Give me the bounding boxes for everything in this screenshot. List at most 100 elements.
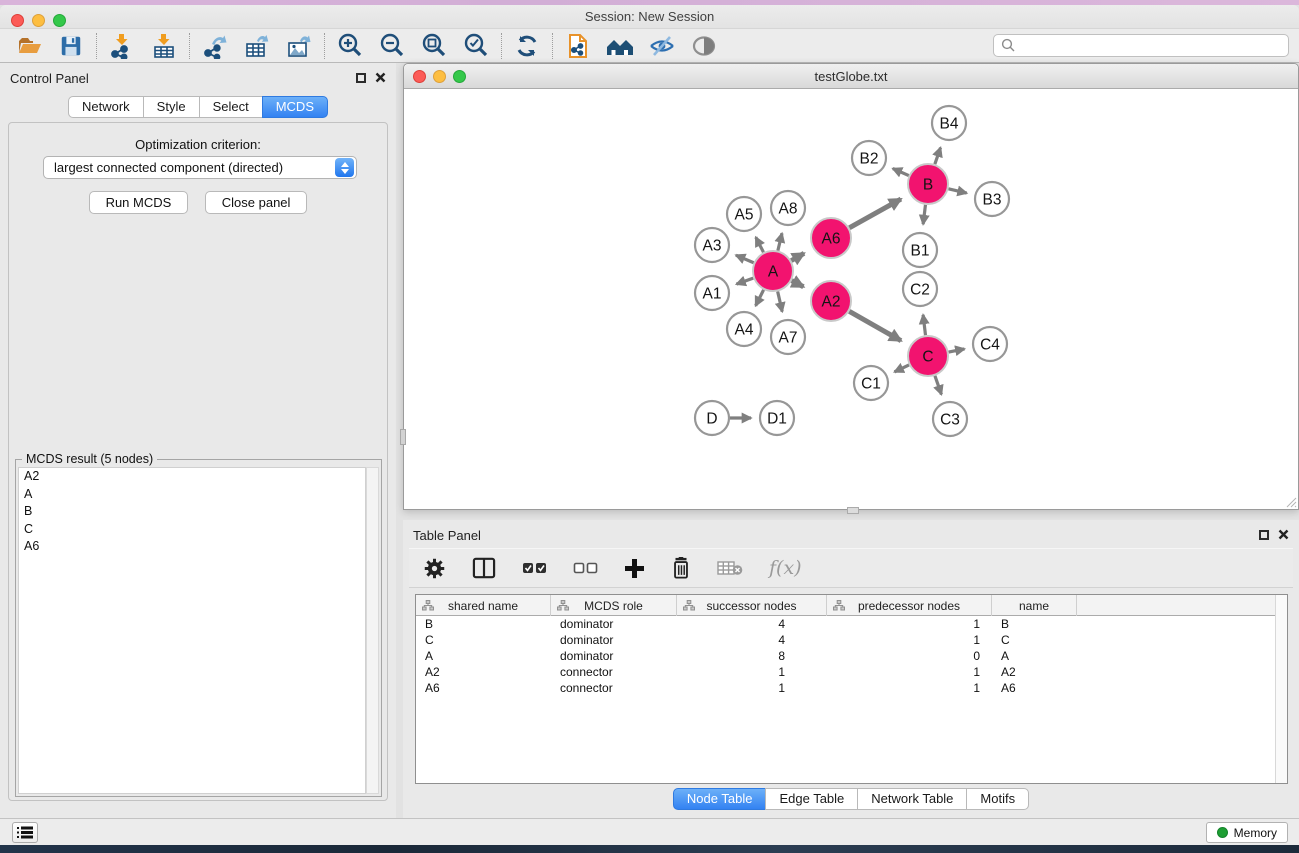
export-table-button[interactable] [236, 31, 278, 61]
graph-node-A6[interactable]: A6 [811, 218, 851, 258]
cell[interactable]: C [992, 632, 1077, 648]
split-columns-button[interactable] [472, 557, 496, 579]
cell[interactable]: B [992, 616, 1077, 632]
zoom-out-button[interactable] [371, 31, 413, 61]
cell[interactable]: dominator [551, 632, 677, 648]
graph-node-A7[interactable]: A7 [771, 320, 805, 354]
graph-node-A2[interactable]: A2 [811, 281, 851, 321]
create-column-button[interactable] [624, 558, 645, 579]
graph-node-C4[interactable]: C4 [973, 327, 1007, 361]
graph-edge-A-A7[interactable] [778, 291, 783, 311]
graph-edge-C-C3[interactable] [935, 376, 942, 395]
resize-grip-icon[interactable] [1284, 495, 1297, 508]
graph-edge-B-B4[interactable] [935, 148, 941, 165]
zoom-in-button[interactable] [329, 31, 371, 61]
result-item-b[interactable]: B [19, 503, 365, 521]
cell[interactable]: 1 [677, 664, 827, 680]
cell[interactable]: A [992, 648, 1077, 664]
function-builder-button[interactable]: f(x) [769, 557, 802, 579]
cell[interactable]: 8 [677, 648, 827, 664]
cell[interactable]: 1 [677, 680, 827, 696]
hide-details-button[interactable] [641, 31, 683, 61]
graph-node-C1[interactable]: C1 [854, 366, 888, 400]
cell[interactable]: A [416, 648, 551, 664]
network-canvas[interactable]: AA1A3A4A5A7A8A6A2BB1B2B3B4CC1C2C3C4DD1 [404, 89, 1298, 509]
graph-node-C[interactable]: C [908, 336, 948, 376]
export-image-button[interactable] [278, 31, 320, 61]
graph-edge-B-B3[interactable] [948, 189, 966, 193]
result-item-a2[interactable]: A2 [19, 468, 365, 486]
tab-style[interactable]: Style [143, 96, 200, 118]
graph-node-A3[interactable]: A3 [695, 228, 729, 262]
tab-mcds[interactable]: MCDS [262, 96, 328, 118]
table-row-a6[interactable]: A6connector11A6 [416, 680, 1287, 696]
result-list-scrollbar[interactable] [366, 467, 379, 794]
tab-select[interactable]: Select [199, 96, 263, 118]
close-panel-button[interactable]: Close panel [205, 191, 308, 214]
table-row-c[interactable]: Cdominator41C [416, 632, 1287, 648]
cell[interactable]: dominator [551, 648, 677, 664]
home-button[interactable] [599, 31, 641, 61]
splitter-grip[interactable] [400, 429, 406, 445]
import-table-button[interactable] [143, 31, 185, 61]
close-panel-icon[interactable] [375, 72, 386, 83]
export-network-button[interactable] [194, 31, 236, 61]
network-file-button[interactable] [557, 31, 599, 61]
float-panel-icon[interactable] [1259, 530, 1269, 540]
show-panels-button[interactable] [12, 822, 38, 843]
deselect-all-columns-button[interactable] [573, 562, 598, 575]
tab-edge-table[interactable]: Edge Table [765, 788, 858, 810]
column-header-shared-name[interactable]: shared name [416, 595, 551, 616]
save-session-button[interactable] [50, 31, 92, 61]
result-item-a6[interactable]: A6 [19, 538, 365, 556]
graph-node-A4[interactable]: A4 [727, 312, 761, 346]
search-input[interactable] [1020, 36, 1288, 55]
graph-edge-C-C2[interactable] [923, 315, 925, 335]
cell[interactable]: connector [551, 680, 677, 696]
graph-node-A[interactable]: A [753, 251, 793, 291]
cell[interactable]: A2 [416, 664, 551, 680]
refresh-button[interactable] [506, 31, 548, 61]
cell[interactable]: 1 [827, 632, 992, 648]
table-scrollbar[interactable] [1275, 595, 1287, 783]
cell[interactable]: A6 [416, 680, 551, 696]
graph-node-D[interactable]: D [695, 401, 729, 435]
graph-node-B[interactable]: B [908, 164, 948, 204]
cell[interactable]: B [416, 616, 551, 632]
memory-button[interactable]: Memory [1206, 822, 1288, 843]
cell[interactable]: 1 [827, 664, 992, 680]
cell[interactable]: 4 [677, 632, 827, 648]
show-graphics-button[interactable] [683, 31, 725, 61]
cell[interactable]: A2 [992, 664, 1077, 680]
graph-edge-B-B1[interactable] [923, 205, 925, 224]
cell[interactable]: connector [551, 664, 677, 680]
graph-edge-A6-B[interactable] [849, 199, 901, 228]
select-all-columns-button[interactable] [522, 562, 547, 575]
graph-node-C3[interactable]: C3 [933, 402, 967, 436]
cell[interactable]: dominator [551, 616, 677, 632]
graph-node-B3[interactable]: B3 [975, 182, 1009, 216]
result-item-a[interactable]: A [19, 486, 365, 504]
column-header-name[interactable]: name [992, 595, 1077, 616]
column-header-successor-nodes[interactable]: successor nodes [677, 595, 827, 616]
column-header-predecessor-nodes[interactable]: predecessor nodes [827, 595, 992, 616]
mcds-result-list[interactable]: A2ABCA6 [18, 467, 366, 794]
graph-edge-A-A1[interactable] [736, 278, 753, 284]
tab-network-table[interactable]: Network Table [857, 788, 967, 810]
splitter-grip[interactable] [847, 507, 859, 514]
float-panel-icon[interactable] [356, 73, 366, 83]
graph-edge-A-A8[interactable] [778, 233, 782, 250]
table-row-b[interactable]: Bdominator41B [416, 616, 1287, 632]
graph-edge-A2-C[interactable] [849, 311, 901, 340]
run-mcds-button[interactable]: Run MCDS [89, 191, 189, 214]
cell[interactable]: C [416, 632, 551, 648]
graph-edge-C-C4[interactable] [949, 349, 965, 352]
table-row-a[interactable]: Adominator80A [416, 648, 1287, 664]
import-network-button[interactable] [101, 31, 143, 61]
graph-node-A1[interactable]: A1 [695, 276, 729, 310]
delete-columns-button[interactable] [671, 557, 691, 579]
graph-edge-B-B2[interactable] [893, 168, 909, 175]
graph-node-B1[interactable]: B1 [903, 233, 937, 267]
graph-edge-A-A6[interactable] [791, 253, 804, 260]
tab-node-table[interactable]: Node Table [673, 788, 767, 810]
